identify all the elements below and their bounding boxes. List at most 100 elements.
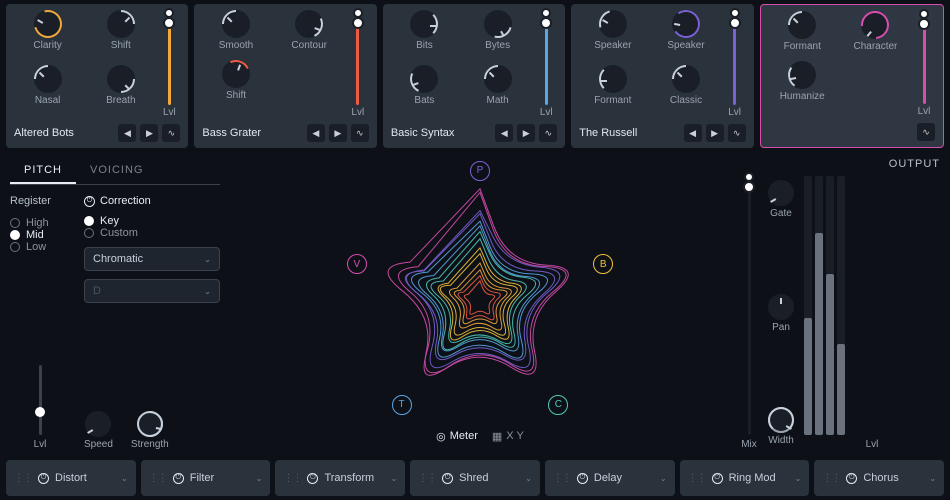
module-settings-button[interactable]: ∿ (162, 124, 180, 142)
next-preset-button[interactable]: ▶ (329, 124, 347, 142)
fx-transform[interactable]: ⋮⋮⏻Transform⌄ (275, 460, 405, 496)
power-icon[interactable]: ⏻ (173, 473, 184, 484)
knob-nasal[interactable]: Nasal (14, 65, 81, 118)
knob-bits[interactable]: Bits (391, 10, 458, 63)
fx-chorus[interactable]: ⋮⋮⏻Chorus⌄ (814, 460, 944, 496)
chevron-down-icon: ⌄ (121, 474, 128, 483)
vertex-B[interactable]: B (593, 254, 613, 274)
fx-ring-mod[interactable]: ⋮⋮⏻Ring Mod⌄ (680, 460, 810, 496)
meter-bar-0 (804, 176, 812, 435)
fx-delay[interactable]: ⋮⋮⏻Delay⌄ (545, 460, 675, 496)
module-3[interactable]: SpeakerSpeakerFormantClassic Lvl The Rus… (571, 4, 753, 148)
module-footer: Basic Syntax ◀ ▶ ∿ (391, 122, 557, 144)
knob-classic[interactable]: Classic (652, 65, 719, 118)
power-icon[interactable]: ⏻ (577, 473, 588, 484)
module-settings-button[interactable]: ∿ (728, 124, 746, 142)
mix-slider[interactable]: Mix (740, 176, 758, 450)
knob-bytes[interactable]: Bytes (464, 10, 531, 63)
root-select[interactable]: D⌄ (84, 279, 220, 303)
power-icon[interactable]: ⏻ (307, 473, 318, 484)
knob-formant[interactable]: Formant (579, 65, 646, 118)
module-4[interactable]: FormantCharacterHumanize Lvl ∿ (760, 4, 944, 148)
module-lvl-slider[interactable]: Lvl (724, 10, 746, 118)
register-high[interactable]: High (10, 217, 70, 229)
chevron-down-icon: ⌄ (660, 474, 667, 483)
register-low[interactable]: Low (10, 241, 70, 253)
power-icon[interactable]: ⏻ (38, 473, 49, 484)
power-icon[interactable]: ⏻ (846, 473, 857, 484)
width-knob[interactable]: Width (768, 407, 794, 446)
drag-handle-icon[interactable]: ⋮⋮ (688, 473, 706, 484)
corr-key[interactable]: Key (84, 215, 220, 227)
output-panel: OUTPUT Mix Gate Pan Width Lvl (740, 158, 940, 450)
star-visualization[interactable]: PBCTV (340, 166, 620, 426)
knob-speaker[interactable]: Speaker (652, 10, 719, 63)
module-settings-button[interactable]: ∿ (351, 124, 369, 142)
vertex-V[interactable]: V (347, 254, 367, 274)
module-lvl-slider[interactable]: Lvl (158, 10, 180, 118)
knob-smooth[interactable]: Smooth (202, 10, 269, 58)
next-preset-button[interactable]: ▶ (140, 124, 158, 142)
preset-name: Basic Syntax (391, 127, 491, 139)
vertex-T[interactable]: T (392, 395, 412, 415)
pan-knob[interactable]: Pan (768, 294, 794, 333)
knob-clarity[interactable]: Clarity (14, 10, 81, 63)
module-settings-button[interactable]: ∿ (539, 124, 557, 142)
module-2[interactable]: BitsBytesBatsMath Lvl Basic Syntax ◀ ▶ ∿ (383, 4, 565, 148)
module-settings-button[interactable]: ∿ (917, 123, 935, 141)
drag-handle-icon[interactable]: ⋮⋮ (418, 473, 436, 484)
correction-header[interactable]: ⏻ Correction (84, 195, 220, 207)
drag-handle-icon[interactable]: ⋮⋮ (822, 473, 840, 484)
drag-handle-icon[interactable]: ⋮⋮ (14, 473, 32, 484)
register-mid[interactable]: Mid (10, 229, 70, 241)
fx-filter[interactable]: ⋮⋮⏻Filter⌄ (141, 460, 271, 496)
tab-voicing[interactable]: VOICING (76, 158, 157, 184)
chevron-down-icon: ⌄ (204, 255, 211, 264)
gate-knob[interactable]: Gate (768, 180, 794, 219)
drag-handle-icon[interactable]: ⋮⋮ (553, 473, 571, 484)
power-icon[interactable]: ⏻ (84, 196, 95, 207)
prev-preset-button[interactable]: ◀ (118, 124, 136, 142)
knob-contour[interactable]: Contour (276, 10, 343, 58)
tab-pitch[interactable]: PITCH (10, 158, 76, 184)
scale-select[interactable]: Chromatic⌄ (84, 247, 220, 271)
next-preset-button[interactable]: ▶ (706, 124, 724, 142)
meter-mode[interactable]: ◎ Meter (436, 430, 478, 443)
module-footer: Altered Bots ◀ ▶ ∿ (14, 122, 180, 144)
xy-mode[interactable]: ▦ X Y (492, 430, 524, 443)
knob-math[interactable]: Math (464, 65, 531, 118)
module-lvl-slider[interactable]: Lvl (535, 10, 557, 118)
knob-bats[interactable]: Bats (391, 65, 458, 118)
module-footer: The Russell ◀ ▶ ∿ (579, 122, 745, 144)
knob-formant[interactable]: Formant (769, 11, 836, 59)
knob-shift[interactable]: Shift (87, 10, 154, 63)
strength-knob[interactable]: Strength (131, 411, 169, 450)
knob-character[interactable]: Character (842, 11, 909, 59)
knob-speaker[interactable]: Speaker (579, 10, 646, 63)
power-icon[interactable]: ⏻ (712, 473, 723, 484)
fx-distort[interactable]: ⋮⋮⏻Distort⌄ (6, 460, 136, 496)
module-lvl-slider[interactable]: Lvl (347, 10, 369, 118)
radio-icon (10, 242, 20, 252)
corr-custom[interactable]: Custom (84, 227, 220, 239)
meter-bar-2 (826, 176, 834, 435)
vertex-P[interactable]: P (470, 161, 490, 181)
next-preset-button[interactable]: ▶ (517, 124, 535, 142)
pitch-lvl-slider[interactable]: Lvl (10, 365, 70, 450)
drag-handle-icon[interactable]: ⋮⋮ (149, 473, 167, 484)
knob-shift[interactable]: Shift (202, 60, 269, 108)
prev-preset-button[interactable]: ◀ (495, 124, 513, 142)
module-1[interactable]: SmoothContourShift Lvl Bass Grater ◀ ▶ ∿ (194, 4, 376, 148)
power-icon[interactable]: ⏻ (442, 473, 453, 484)
knob-humanize[interactable]: Humanize (769, 61, 836, 109)
knob-breath[interactable]: Breath (87, 65, 154, 118)
fx-shred[interactable]: ⋮⋮⏻Shred⌄ (410, 460, 540, 496)
drag-handle-icon[interactable]: ⋮⋮ (283, 473, 301, 484)
prev-preset-button[interactable]: ◀ (684, 124, 702, 142)
speed-knob[interactable]: Speed (84, 411, 113, 450)
module-0[interactable]: ClarityShiftNasalBreath Lvl Altered Bots… (6, 4, 188, 148)
radio-icon (10, 230, 20, 240)
prev-preset-button[interactable]: ◀ (307, 124, 325, 142)
vertex-C[interactable]: C (548, 395, 568, 415)
module-lvl-slider[interactable]: Lvl (913, 11, 935, 117)
